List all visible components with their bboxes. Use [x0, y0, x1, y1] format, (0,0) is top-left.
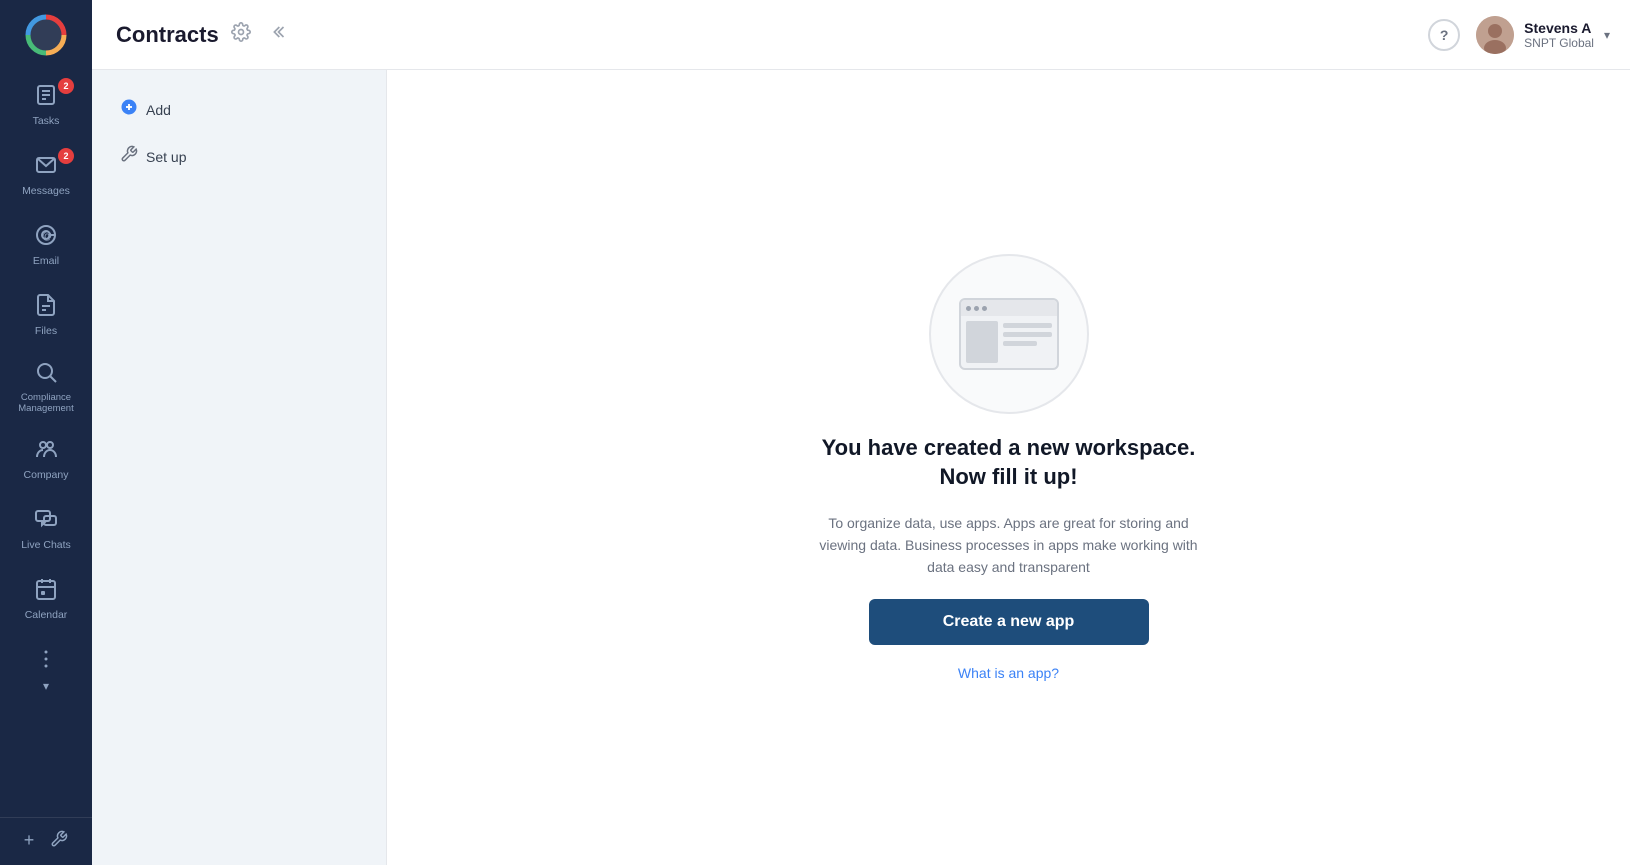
tasks-icon	[34, 83, 58, 111]
more-chevron: ▾	[43, 679, 49, 693]
empty-state: You have created a new workspace. Now fi…	[809, 254, 1209, 680]
what-is-app-link[interactable]: What is an app?	[958, 665, 1059, 681]
calendar-icon	[34, 577, 58, 605]
add-label: Add	[146, 102, 171, 118]
add-item[interactable]: Add	[108, 90, 370, 129]
content-wrapper: Add Set up	[92, 70, 1630, 865]
sidebar-item-files[interactable]: Files	[0, 280, 92, 350]
browser-dot-2	[974, 306, 979, 311]
empty-description: To organize data, use apps. Apps are gre…	[809, 512, 1209, 579]
browser-mockup	[959, 298, 1059, 370]
more-icon	[34, 647, 58, 675]
sidebar-item-email[interactable]: @ Email	[0, 210, 92, 280]
calendar-label: Calendar	[25, 609, 68, 622]
browser-bar	[961, 300, 1057, 316]
add-icon[interactable]: +	[24, 830, 35, 853]
browser-line-3	[1003, 341, 1037, 346]
header-right: ? Stevens A SNPT Global ▾	[1428, 16, 1610, 54]
user-org: SNPT Global	[1524, 36, 1594, 50]
sidebar: 2 Tasks 2 Messages	[0, 0, 92, 865]
empty-heading: You have created a new workspace. Now fi…	[809, 434, 1209, 491]
sidebar-item-compliance[interactable]: Compliance Management	[0, 350, 92, 425]
user-details: Stevens A SNPT Global	[1524, 20, 1594, 50]
settings-icon[interactable]	[231, 22, 251, 47]
livechats-label: Live Chats	[21, 539, 71, 552]
browser-left-block	[966, 321, 998, 363]
email-label: Email	[33, 255, 59, 268]
user-name: Stevens A	[1524, 20, 1594, 36]
page-title: Contracts	[116, 22, 219, 48]
sidebar-item-livechats[interactable]: Live Chats	[0, 495, 92, 565]
messages-label: Messages	[22, 185, 70, 198]
sidebar-item-messages[interactable]: 2 Messages	[0, 140, 92, 210]
livechats-icon	[34, 507, 58, 535]
company-icon	[34, 437, 58, 465]
browser-body	[961, 316, 1057, 368]
sidebar-navigation: 2 Tasks 2 Messages	[0, 70, 92, 817]
email-icon: @	[34, 223, 58, 251]
messages-badge: 2	[58, 148, 74, 164]
main-content: You have created a new workspace. Now fi…	[387, 70, 1630, 865]
collapse-button[interactable]	[271, 22, 291, 47]
browser-dot-3	[982, 306, 987, 311]
header: Contracts ?	[92, 0, 1630, 70]
add-panel-icon	[120, 98, 138, 121]
browser-line-2	[1003, 332, 1052, 337]
user-profile[interactable]: Stevens A SNPT Global ▾	[1476, 16, 1610, 54]
files-label: Files	[35, 325, 57, 338]
tasks-badge: 2	[58, 78, 74, 94]
sidebar-item-tasks[interactable]: 2 Tasks	[0, 70, 92, 140]
browser-dot-1	[966, 306, 971, 311]
create-app-button[interactable]: Create a new app	[869, 599, 1149, 645]
header-left: Contracts	[116, 22, 291, 48]
sidebar-logo[interactable]	[0, 0, 92, 70]
sidebar-item-company[interactable]: Company	[0, 425, 92, 495]
files-icon	[34, 293, 58, 321]
avatar	[1476, 16, 1514, 54]
setup-label: Set up	[146, 149, 186, 165]
help-button[interactable]: ?	[1428, 19, 1460, 51]
setup-item[interactable]: Set up	[108, 137, 370, 176]
company-label: Company	[24, 469, 69, 482]
svg-text:@: @	[42, 231, 52, 242]
sidebar-bottom: +	[0, 817, 92, 865]
wrench-icon[interactable]	[50, 830, 68, 853]
left-panel: Add Set up	[92, 70, 387, 865]
compliance-label: Compliance Management	[4, 392, 88, 415]
sidebar-item-calendar[interactable]: Calendar	[0, 565, 92, 635]
browser-right-lines	[1003, 321, 1052, 363]
tasks-label: Tasks	[33, 115, 60, 128]
compliance-icon	[34, 360, 58, 388]
main-wrapper: Contracts ?	[92, 0, 1630, 865]
browser-line-1	[1003, 323, 1052, 328]
chevron-down-icon: ▾	[1604, 28, 1610, 42]
messages-icon	[34, 153, 58, 181]
empty-state-icon	[929, 254, 1089, 414]
setup-icon	[120, 145, 138, 168]
sidebar-item-more[interactable]: ▾	[0, 635, 92, 705]
